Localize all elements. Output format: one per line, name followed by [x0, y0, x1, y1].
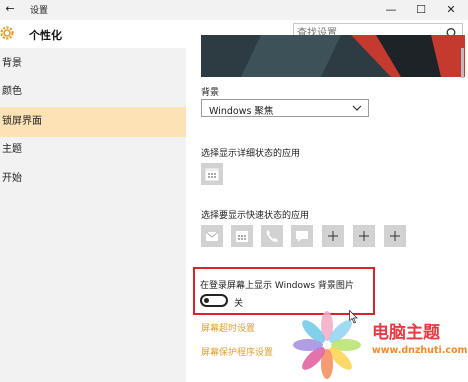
- back-arrow-icon[interactable]: ←: [2, 1, 18, 17]
- sidebar-item-themes[interactable]: 主题: [0, 136, 186, 164]
- sidebar-item-label: 主题: [2, 144, 22, 155]
- page-title: 个性化: [29, 29, 62, 42]
- quick-app-add-button[interactable]: [353, 225, 375, 247]
- detail-app-calendar-button[interactable]: [201, 163, 223, 185]
- calendar-icon: [236, 231, 248, 242]
- signin-background-toggle[interactable]: [200, 294, 228, 307]
- sidebar-item-label: 背景: [2, 58, 22, 69]
- sidebar-item-label: 颜色: [2, 86, 22, 97]
- sidebar-item-label: 开始: [2, 173, 22, 184]
- chevron-down-icon: [352, 105, 362, 111]
- sidebar: 背景 颜色 锁屏界面 主题 开始: [0, 48, 186, 382]
- calendar-icon: [205, 168, 219, 181]
- message-icon: [296, 231, 308, 242]
- plus-icon: [359, 231, 369, 241]
- background-dropdown-value: Windows 聚焦: [209, 106, 274, 117]
- toggle-knob: [204, 298, 209, 303]
- plus-icon: [328, 231, 338, 241]
- quick-app-calendar-button[interactable]: [231, 225, 253, 247]
- detail-app-label: 选择显示详细状态的应用: [201, 149, 301, 159]
- close-icon[interactable]: ✕: [436, 0, 466, 20]
- plus-icon: [390, 231, 400, 241]
- quick-app-add-button[interactable]: [322, 225, 344, 247]
- sidebar-item-label: 锁屏界面: [2, 116, 42, 127]
- toggle-state-label: 关: [234, 299, 244, 309]
- sidebar-item-background[interactable]: 背景: [0, 50, 186, 78]
- title-bar: ← 设置 — ☐ ✕: [0, 0, 468, 20]
- quick-app-phone-button[interactable]: [261, 225, 283, 247]
- lockscreen-preview-image: [201, 35, 465, 77]
- gear-icon: [0, 26, 14, 40]
- quick-app-label: 选择要显示快速状态的应用: [201, 211, 310, 221]
- signin-background-label: 在登录屏幕上显示 Windows 背景图片: [200, 281, 354, 291]
- background-dropdown[interactable]: Windows 聚焦: [201, 99, 369, 117]
- watermark-text: 电脑主题: [372, 323, 440, 343]
- background-label: 背景: [201, 88, 220, 98]
- quick-app-message-button[interactable]: [291, 225, 313, 247]
- quick-app-add-button[interactable]: [384, 225, 406, 247]
- scrollbar[interactable]: [461, 48, 464, 78]
- screen-timeout-link[interactable]: 屏幕超时设置: [201, 321, 255, 334]
- phone-icon: [266, 230, 278, 242]
- screensaver-settings-link[interactable]: 屏幕保护程序设置: [201, 345, 273, 358]
- maximize-icon[interactable]: ☐: [406, 0, 436, 20]
- mail-icon: [205, 231, 219, 241]
- sidebar-item-colors[interactable]: 颜色: [0, 78, 186, 106]
- watermark-url: www.dnzhuti.com: [372, 345, 468, 356]
- minimize-icon[interactable]: —: [376, 0, 406, 20]
- quick-app-mail-button[interactable]: [201, 225, 223, 247]
- sidebar-item-start[interactable]: 开始: [0, 165, 186, 193]
- sidebar-item-lockscreen[interactable]: 锁屏界面: [0, 107, 186, 137]
- window-title: 设置: [30, 6, 49, 16]
